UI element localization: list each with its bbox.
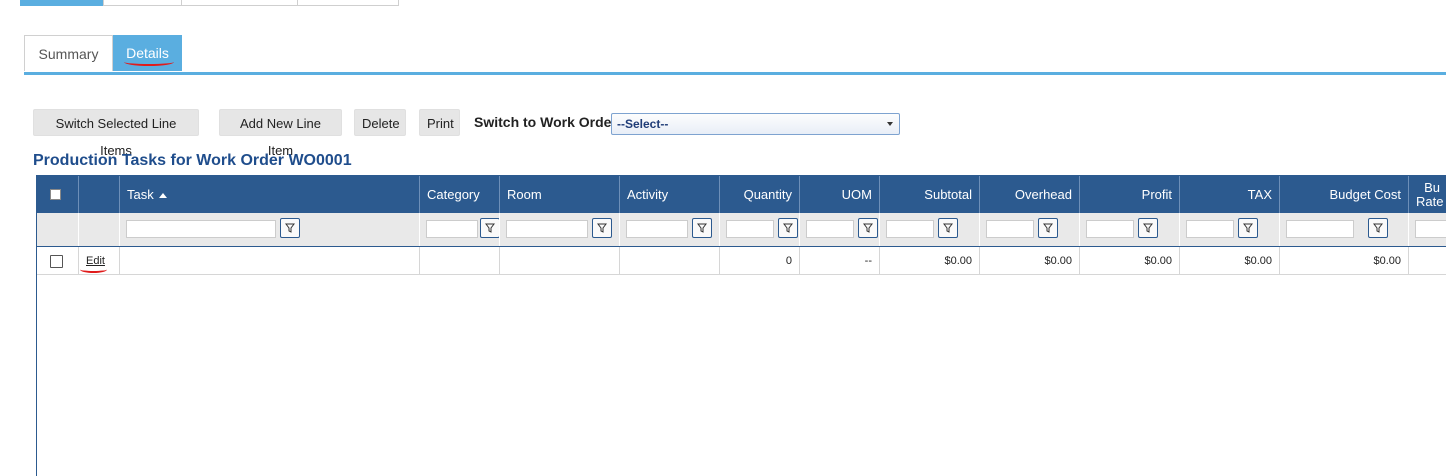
filter-icon[interactable] [1038, 218, 1058, 238]
header-category[interactable]: Category [419, 176, 499, 213]
header-task-label: Task [127, 187, 154, 202]
header-task[interactable]: Task [119, 176, 419, 213]
filter-cell-tax [1179, 213, 1279, 246]
grid-title: Production Tasks for Work Order WO0001 [33, 152, 352, 169]
filter-cell-subtotal [879, 213, 979, 246]
quantity-filter-input[interactable] [726, 220, 774, 238]
add-line-item-button[interactable]: Add New Line Item [219, 109, 342, 158]
cell-uom: -- [799, 247, 879, 274]
header-budget-cost[interactable]: Budget Cost [1279, 176, 1408, 213]
header-subtotal[interactable]: Subtotal [879, 176, 979, 213]
task-filter-input[interactable] [126, 220, 276, 238]
uom-filter-input[interactable] [806, 220, 854, 238]
activity-filter-input[interactable] [626, 220, 688, 238]
filter-icon[interactable] [592, 218, 612, 238]
header-uom[interactable]: UOM [799, 176, 879, 213]
filter-cell-budget-rate [1408, 213, 1446, 246]
budget-cost-filter-input[interactable] [1286, 220, 1354, 238]
filter-row [37, 213, 1446, 247]
filter-icon[interactable] [858, 218, 878, 238]
cell-budget-rate [1408, 247, 1446, 274]
chevron-down-icon [887, 122, 893, 126]
top-tab-2[interactable] [103, 0, 182, 6]
select-all-checkbox[interactable] [50, 189, 61, 200]
filter-icon[interactable] [1368, 218, 1388, 238]
tab-underline [24, 72, 1446, 75]
header-activity[interactable]: Activity [619, 176, 719, 213]
filter-cell-room [499, 213, 619, 246]
header-edit-cell [78, 176, 119, 213]
filter-icon[interactable] [938, 218, 958, 238]
cell-category [419, 247, 499, 274]
subtotal-filter-input[interactable] [886, 220, 934, 238]
filter-cell-overhead [979, 213, 1079, 246]
delete-button[interactable]: Delete [354, 109, 406, 136]
filter-icon[interactable] [692, 218, 712, 238]
sort-ascending-icon [158, 193, 167, 199]
filter-cell-activity [619, 213, 719, 246]
budget-rate-filter-input[interactable] [1415, 220, 1446, 238]
cell-room [499, 247, 619, 274]
header-room[interactable]: Room [499, 176, 619, 213]
tab-summary[interactable]: Summary [24, 35, 113, 71]
grid-header: Task Category Room Activity Quantity UOM… [37, 176, 1446, 213]
filter-icon[interactable] [1238, 218, 1258, 238]
cell-task [119, 247, 419, 274]
tax-filter-input[interactable] [1186, 220, 1234, 238]
switch-work-order-label: Switch to Work Order [474, 114, 617, 130]
header-tax[interactable]: TAX [1179, 176, 1279, 213]
filter-cell-select [37, 213, 78, 246]
header-overhead[interactable]: Overhead [979, 176, 1079, 213]
top-tab-active[interactable] [20, 0, 104, 6]
work-order-select-value: --Select-- [617, 117, 669, 131]
header-profit[interactable]: Profit [1079, 176, 1179, 213]
filter-cell-uom [799, 213, 879, 246]
filter-cell-quantity [719, 213, 799, 246]
cell-quantity: 0 [719, 247, 799, 274]
annotation-underline-details [124, 58, 174, 66]
cell-profit: $0.00 [1079, 247, 1179, 274]
filter-icon[interactable] [778, 218, 798, 238]
filter-cell-budget-cost [1279, 213, 1408, 246]
top-tab-4[interactable] [297, 0, 399, 6]
room-filter-input[interactable] [506, 220, 588, 238]
filter-icon[interactable] [280, 218, 300, 238]
cell-activity [619, 247, 719, 274]
production-tasks-grid: Task Category Room Activity Quantity UOM… [36, 175, 1446, 476]
filter-icon[interactable] [480, 218, 500, 238]
top-tab-3[interactable] [181, 0, 298, 6]
table-row: Edit 0 -- $0.00 $0.00 $0.00 $0.00 $0.00 [37, 247, 1446, 275]
profit-filter-input[interactable] [1086, 220, 1134, 238]
filter-cell-edit [78, 213, 119, 246]
header-quantity[interactable]: Quantity [719, 176, 799, 213]
annotation-underline-edit [80, 266, 107, 273]
row-checkbox[interactable] [50, 255, 63, 268]
filter-icon[interactable] [1138, 218, 1158, 238]
cell-subtotal: $0.00 [879, 247, 979, 274]
header-select-cell [37, 176, 78, 213]
switch-selected-button[interactable]: Switch Selected Line Items [33, 109, 199, 158]
filter-cell-task [119, 213, 419, 246]
filter-cell-profit [1079, 213, 1179, 246]
cell-tax: $0.00 [1179, 247, 1279, 274]
cell-budget-cost: $0.00 [1279, 247, 1408, 274]
header-budget-rate[interactable]: Bu Rate [1408, 176, 1446, 213]
work-order-select[interactable]: --Select-- [611, 113, 900, 135]
row-select-cell [37, 247, 78, 274]
cell-overhead: $0.00 [979, 247, 1079, 274]
category-filter-input[interactable] [426, 220, 478, 238]
print-button[interactable]: Print [419, 109, 460, 136]
overhead-filter-input[interactable] [986, 220, 1034, 238]
filter-cell-category [419, 213, 500, 246]
